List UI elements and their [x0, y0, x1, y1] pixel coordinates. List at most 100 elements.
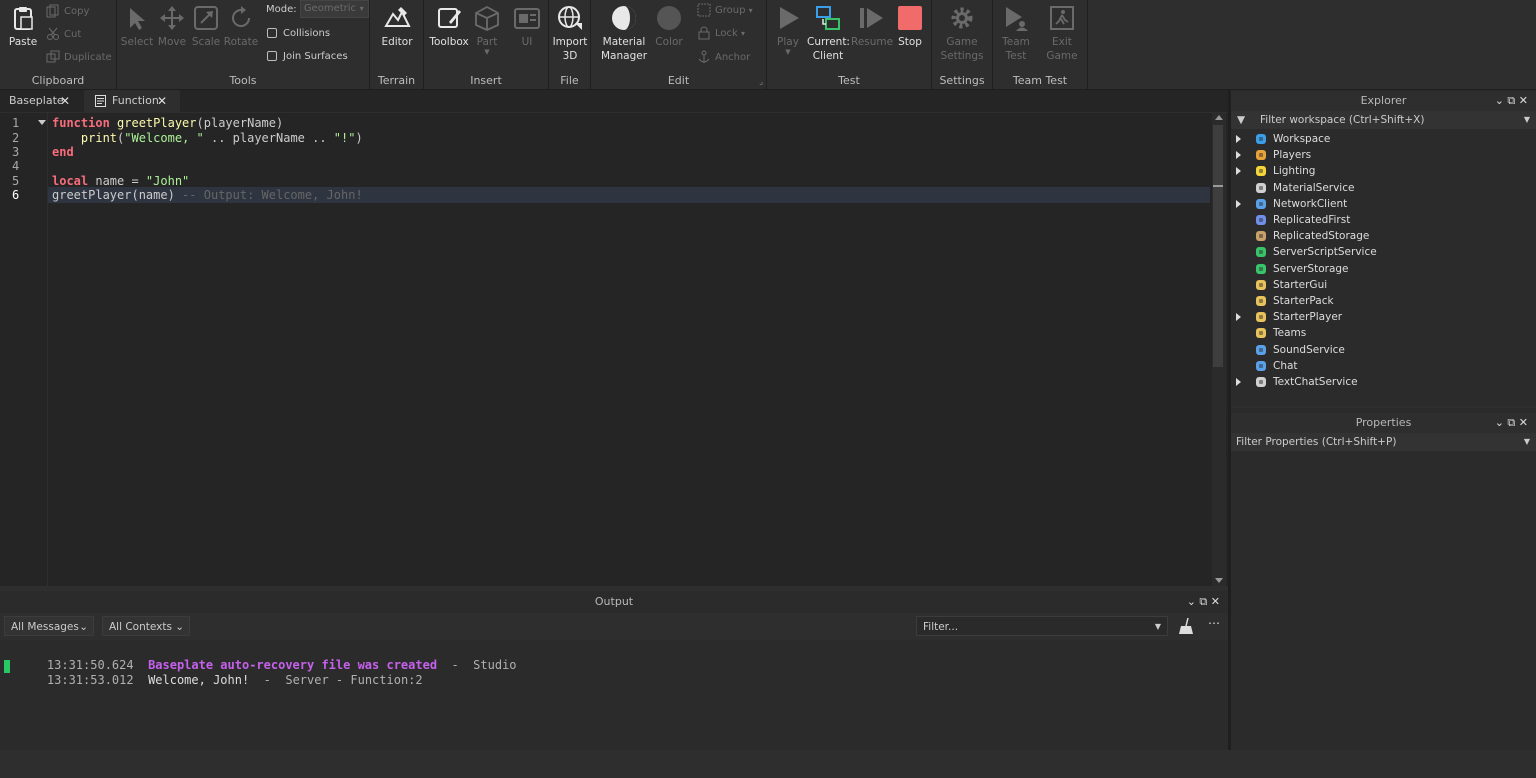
close-icon[interactable]: ✕: [1211, 595, 1220, 608]
script-editor[interactable]: 1 2 3 4 5 6 function greetPlayer(playerN…: [0, 113, 1228, 586]
select-button[interactable]: Select: [119, 4, 155, 49]
explorer-filter-input[interactable]: ▼ Filter workspace (Ctrl+Shift+X) ▼: [1231, 111, 1536, 129]
scroll-down-icon[interactable]: [1215, 578, 1223, 583]
checkbox-icon: [267, 51, 277, 61]
explorer-item-serverstorage[interactable]: ServerStorage: [1236, 261, 1526, 277]
explorer-title: Explorer: [1360, 94, 1407, 107]
output-filter-input[interactable]: Filter... ▼: [916, 616, 1168, 636]
expand-arrow-icon[interactable]: [1236, 378, 1241, 386]
duplicate-button[interactable]: Duplicate: [46, 48, 112, 68]
ui-button[interactable]: UI: [510, 4, 544, 49]
exit-icon: [1048, 4, 1076, 32]
explorer-item-serverscriptservice[interactable]: ServerScriptService: [1236, 244, 1526, 260]
explorer-item-workspace[interactable]: Workspace: [1236, 131, 1526, 147]
explorer-item-starterplayer[interactable]: StarterPlayer: [1236, 309, 1526, 325]
import-3d-button[interactable]: Import 3D: [551, 4, 589, 63]
insert-group: Toolbox Part ▼ UI Insert: [424, 0, 549, 89]
part-button[interactable]: Part ▼: [472, 4, 502, 56]
material-manager-button[interactable]: Material Manager: [597, 4, 651, 63]
tab-baseplate[interactable]: Baseplate ✕: [0, 90, 82, 112]
explorer-item-networkclient[interactable]: NetworkClient: [1236, 196, 1526, 212]
close-icon[interactable]: ✕: [1519, 416, 1528, 429]
paste-button[interactable]: Paste: [4, 4, 42, 49]
starter-pack-icon: [1255, 295, 1267, 307]
explorer-item-label: TextChatService: [1273, 376, 1358, 388]
tools-group: Select Move Scale Rotate Mode: Geometric…: [117, 0, 370, 89]
expand-arrow-icon[interactable]: [1236, 313, 1241, 322]
mode-dropdown[interactable]: Geometric ▾: [299, 0, 369, 18]
explorer-item-players[interactable]: Players: [1236, 147, 1526, 163]
game-settings-button[interactable]: Game Settings: [938, 4, 986, 63]
chevron-down-icon[interactable]: ⌄: [1495, 94, 1504, 107]
move-icon: [158, 4, 186, 32]
explorer-item-lighting[interactable]: Lighting: [1236, 163, 1526, 179]
chevron-down-icon: ▼: [1154, 622, 1161, 631]
stop-button[interactable]: Stop: [893, 4, 927, 49]
output-line[interactable]: 13:31:53.012 Welcome, John! - Server - F…: [18, 659, 423, 701]
cut-button[interactable]: Cut: [46, 25, 81, 45]
chevron-down-icon[interactable]: ⌄: [1187, 595, 1196, 608]
scroll-thumb[interactable]: [1213, 125, 1223, 367]
team-test-button[interactable]: Team Test: [997, 4, 1035, 63]
exit-game-button[interactable]: Exit Game: [1043, 4, 1081, 63]
tab-function[interactable]: Function ✕: [84, 90, 180, 112]
chevron-down-icon[interactable]: ⌄: [1495, 416, 1504, 429]
play-button[interactable]: Play ▼: [769, 4, 807, 56]
scroll-marker: [1213, 185, 1223, 187]
messages-filter-dropdown[interactable]: All Messages ⌄: [4, 616, 94, 636]
editor-scrollbar[interactable]: [1212, 113, 1226, 586]
code-line-3: end: [52, 145, 74, 159]
copy-button[interactable]: Copy: [46, 2, 89, 22]
undock-icon[interactable]: ⧉: [1507, 94, 1515, 107]
explorer-item-replicatedfirst[interactable]: ReplicatedFirst: [1236, 212, 1526, 228]
close-icon[interactable]: ✕: [157, 90, 167, 112]
terrain-editor-button[interactable]: Editor: [376, 4, 418, 49]
properties-filter-input[interactable]: Filter Properties (Ctrl+Shift+P) ▼: [1231, 433, 1536, 451]
explorer-item-materialservice[interactable]: MaterialService: [1236, 180, 1526, 196]
group-button[interactable]: Group ▾: [697, 1, 753, 21]
clear-broom-icon[interactable]: [1178, 617, 1194, 635]
join-surfaces-checkbox[interactable]: Join Surfaces: [267, 47, 348, 67]
insert-group-label: Insert: [470, 74, 502, 87]
chevron-down-icon: ▾: [741, 29, 746, 38]
clipboard-icon: [9, 4, 37, 32]
play-icon: [774, 4, 802, 32]
expand-corner-icon[interactable]: ⌟: [759, 77, 763, 86]
current-client-button[interactable]: Current: Client: [807, 4, 850, 63]
chevron-down-icon: ▼: [484, 48, 490, 56]
expand-arrow-icon[interactable]: [1236, 199, 1241, 208]
move-button[interactable]: Move: [155, 4, 189, 49]
expand-arrow-icon[interactable]: [1236, 167, 1241, 176]
contexts-filter-dropdown[interactable]: All Contexts ⌄: [102, 616, 190, 636]
fold-arrow-icon[interactable]: [38, 120, 46, 125]
expand-arrow-icon[interactable]: [1236, 151, 1241, 160]
expand-arrow-icon[interactable]: [1236, 135, 1241, 143]
explorer-item-textchatservice[interactable]: TextChatService: [1236, 374, 1526, 390]
settings-group: Game Settings Settings: [932, 0, 993, 89]
filter-funnel-icon: ▼: [1237, 114, 1246, 126]
undock-icon[interactable]: ⧉: [1507, 416, 1515, 429]
explorer-item-chat[interactable]: Chat: [1236, 358, 1526, 374]
explorer-item-teams[interactable]: Teams: [1236, 325, 1526, 341]
script-icon: [95, 95, 106, 107]
explorer-item-soundservice[interactable]: SoundService: [1236, 342, 1526, 358]
scale-button[interactable]: Scale: [189, 4, 223, 49]
toolbox-button[interactable]: Toolbox: [428, 4, 470, 49]
scroll-up-icon[interactable]: [1215, 115, 1223, 120]
explorer-item-starterpack[interactable]: StarterPack: [1236, 293, 1526, 309]
server-storage-icon: [1255, 263, 1267, 275]
more-options-icon[interactable]: ⋯: [1208, 616, 1220, 630]
undock-icon[interactable]: ⧉: [1199, 595, 1207, 608]
lock-button[interactable]: Lock ▾: [697, 24, 745, 44]
close-icon[interactable]: ✕: [60, 90, 70, 112]
color-button[interactable]: Color: [653, 4, 685, 49]
collisions-checkbox[interactable]: Collisions: [267, 24, 330, 44]
resume-button[interactable]: Resume: [851, 4, 893, 49]
mode-row: Mode: Geometric ▾: [266, 0, 369, 20]
explorer-item-startergui[interactable]: StarterGui: [1236, 277, 1526, 293]
close-icon[interactable]: ✕: [1519, 94, 1528, 107]
explorer-item-label: ServerScriptService: [1273, 246, 1377, 259]
explorer-item-replicatedstorage[interactable]: ReplicatedStorage: [1236, 228, 1526, 244]
rotate-button[interactable]: Rotate: [223, 4, 259, 49]
anchor-button[interactable]: Anchor: [697, 48, 750, 68]
